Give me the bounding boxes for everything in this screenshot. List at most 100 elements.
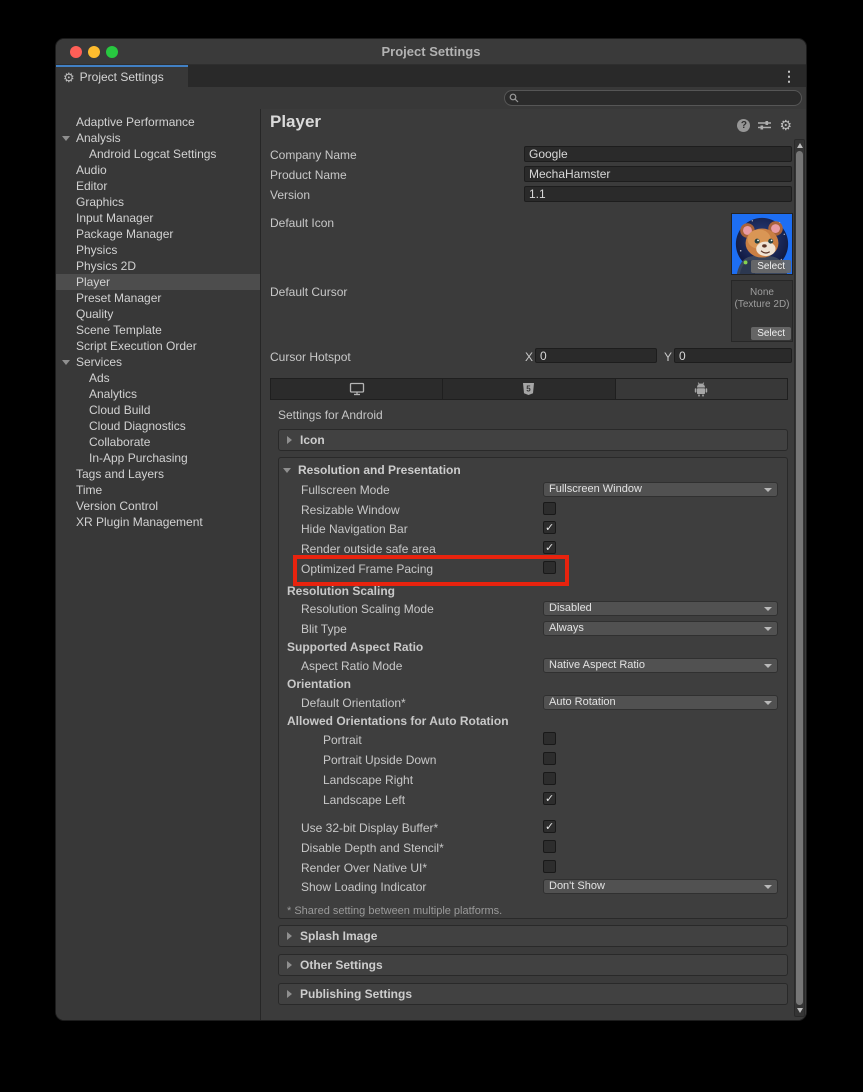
company-name-field[interactable]	[524, 146, 792, 162]
kebab-menu-icon[interactable]: ⋮	[782, 68, 796, 85]
version-field[interactable]	[524, 186, 792, 202]
default-icon-label: Default Icon	[270, 216, 334, 230]
render-over-native-ui-checkbox[interactable]	[543, 860, 556, 873]
row-use-32bit-display-buffer: Use 32-bit Display Buffer*	[279, 820, 781, 836]
platform-tab-standalone[interactable]	[271, 379, 443, 399]
sidebar-item-analytics[interactable]: Analytics	[56, 386, 260, 402]
help-icon[interactable]: ?	[737, 119, 750, 132]
settings-sidebar: Adaptive Performance Analysis Android Lo…	[56, 109, 261, 1020]
settings-gear-icon[interactable]: ⚙	[779, 118, 792, 132]
project-settings-window: Project Settings ⚙ Project Settings ⋮ Ad…	[55, 38, 807, 1021]
sidebar-item-version-control[interactable]: Version Control	[56, 498, 260, 514]
scroll-up-arrow-icon[interactable]	[797, 143, 803, 148]
row-disable-depth-and-stencil: Disable Depth and Stencil*	[279, 840, 781, 856]
sidebar-item-cloud-diagnostics[interactable]: Cloud Diagnostics	[56, 418, 260, 434]
sidebar-item-ads[interactable]: Ads	[56, 370, 260, 386]
toolbar	[56, 87, 806, 109]
titlebar: Project Settings	[56, 39, 806, 65]
sidebar-item-xr-plugin-management[interactable]: XR Plugin Management	[56, 514, 260, 530]
sidebar-item-physics-2d[interactable]: Physics 2D	[56, 258, 260, 274]
subheader-orientation: Orientation	[287, 677, 351, 691]
sidebar-item-adaptive-performance[interactable]: Adaptive Performance	[56, 114, 260, 130]
scrollbar-thumb[interactable]	[796, 151, 803, 1005]
default-icon-select-button[interactable]: Select	[751, 260, 791, 273]
search-box[interactable]	[504, 90, 802, 106]
sidebar-item-quality[interactable]: Quality	[56, 306, 260, 322]
fullscreen-mode-dropdown[interactable]: Fullscreen Window	[543, 482, 778, 497]
cursor-value-line1: None	[750, 287, 774, 298]
row-portrait: Portrait	[279, 732, 781, 748]
platform-tab-android[interactable]	[616, 379, 787, 399]
sidebar-item-analysis[interactable]: Analysis	[56, 130, 260, 146]
sidebar-item-cloud-build[interactable]: Cloud Build	[56, 402, 260, 418]
sidebar-item-services[interactable]: Services	[56, 354, 260, 370]
section-publishing-settings[interactable]: Publishing Settings	[278, 983, 788, 1005]
sidebar-item-android-logcat-settings[interactable]: Android Logcat Settings	[56, 146, 260, 162]
sidebar-item-audio[interactable]: Audio	[56, 162, 260, 178]
blit-type-dropdown[interactable]: Always	[543, 621, 778, 636]
landscape-left-checkbox[interactable]	[543, 792, 556, 805]
chevron-down-icon	[764, 885, 772, 889]
sidebar-item-tags-and-layers[interactable]: Tags and Layers	[56, 466, 260, 482]
vertical-scrollbar[interactable]	[794, 139, 805, 1017]
portrait-checkbox[interactable]	[543, 732, 556, 745]
tab-project-settings[interactable]: ⚙ Project Settings	[56, 65, 188, 87]
row-resizable-window: Resizable Window	[279, 502, 781, 518]
row-aspect-ratio-mode: Aspect Ratio Mode Native Aspect Ratio	[279, 658, 781, 674]
render-outside-safe-area-checkbox[interactable]	[543, 541, 556, 554]
sidebar-item-physics[interactable]: Physics	[56, 242, 260, 258]
show-loading-indicator-dropdown[interactable]: Don't Show	[543, 879, 778, 894]
row-optimized-frame-pacing: Optimized Frame Pacing	[279, 561, 781, 577]
foldout-expanded-icon[interactable]	[62, 360, 70, 365]
foldout-collapsed-icon	[287, 990, 292, 998]
product-name-field[interactable]	[524, 166, 792, 182]
landscape-right-checkbox[interactable]	[543, 772, 556, 785]
default-orientation-dropdown[interactable]: Auto Rotation	[543, 695, 778, 710]
sidebar-item-script-execution-order[interactable]: Script Execution Order	[56, 338, 260, 354]
row-default-orientation: Default Orientation* Auto Rotation	[279, 695, 781, 711]
platform-tab-webgl[interactable]: 5	[443, 379, 615, 399]
hotspot-y-field[interactable]	[674, 348, 792, 363]
default-icon-thumbnail[interactable]: Select	[731, 213, 793, 275]
row-resolution-scaling-mode: Resolution Scaling Mode Disabled	[279, 601, 781, 617]
sidebar-item-in-app-purchasing[interactable]: In-App Purchasing	[56, 450, 260, 466]
scroll-down-arrow-icon[interactable]	[797, 1008, 803, 1013]
sidebar-item-graphics[interactable]: Graphics	[56, 194, 260, 210]
use-32bit-display-buffer-checkbox[interactable]	[543, 820, 556, 833]
hide-navigation-bar-checkbox[interactable]	[543, 521, 556, 534]
hotspot-y-label: Y	[664, 350, 672, 364]
optimized-frame-pacing-checkbox[interactable]	[543, 561, 556, 574]
cursor-hotspot-label: Cursor Hotspot	[270, 350, 351, 364]
sidebar-item-package-manager[interactable]: Package Manager	[56, 226, 260, 242]
sidebar-item-collaborate[interactable]: Collaborate	[56, 434, 260, 450]
player-settings-panel: Player ? ⚙ Company Name Product Name Ver…	[262, 109, 806, 1020]
sidebar-item-scene-template[interactable]: Scene Template	[56, 322, 260, 338]
resolution-scaling-mode-dropdown[interactable]: Disabled	[543, 601, 778, 616]
sidebar-item-preset-manager[interactable]: Preset Manager	[56, 290, 260, 306]
default-cursor-well[interactable]: None (Texture 2D) Select	[731, 280, 793, 342]
search-input[interactable]	[521, 91, 797, 105]
sidebar-item-input-manager[interactable]: Input Manager	[56, 210, 260, 226]
section-other-settings[interactable]: Other Settings	[278, 954, 788, 976]
disable-depth-and-stencil-checkbox[interactable]	[543, 840, 556, 853]
aspect-ratio-mode-dropdown[interactable]: Native Aspect Ratio	[543, 658, 778, 673]
company-name-label: Company Name	[270, 148, 357, 162]
product-name-label: Product Name	[270, 168, 347, 182]
portrait-upside-down-checkbox[interactable]	[543, 752, 556, 765]
presets-icon[interactable]	[758, 119, 771, 131]
tab-label: Project Settings	[80, 70, 164, 84]
hotspot-x-field[interactable]	[535, 348, 657, 363]
chevron-down-icon	[764, 664, 772, 668]
section-splash-image[interactable]: Splash Image	[278, 925, 788, 947]
foldout-collapsed-icon	[287, 932, 292, 940]
default-cursor-select-button[interactable]: Select	[751, 327, 791, 340]
section-icon[interactable]: Icon	[278, 429, 788, 451]
foldout-expanded-icon[interactable]	[62, 136, 70, 141]
resizable-window-checkbox[interactable]	[543, 502, 556, 515]
sidebar-item-editor[interactable]: Editor	[56, 178, 260, 194]
resolution-section-header[interactable]: Resolution and Presentation	[283, 463, 461, 477]
sidebar-item-player[interactable]: Player	[56, 274, 260, 290]
sidebar-item-time[interactable]: Time	[56, 482, 260, 498]
row-render-over-native-ui: Render Over Native UI*	[279, 860, 781, 876]
search-icon	[509, 93, 519, 103]
